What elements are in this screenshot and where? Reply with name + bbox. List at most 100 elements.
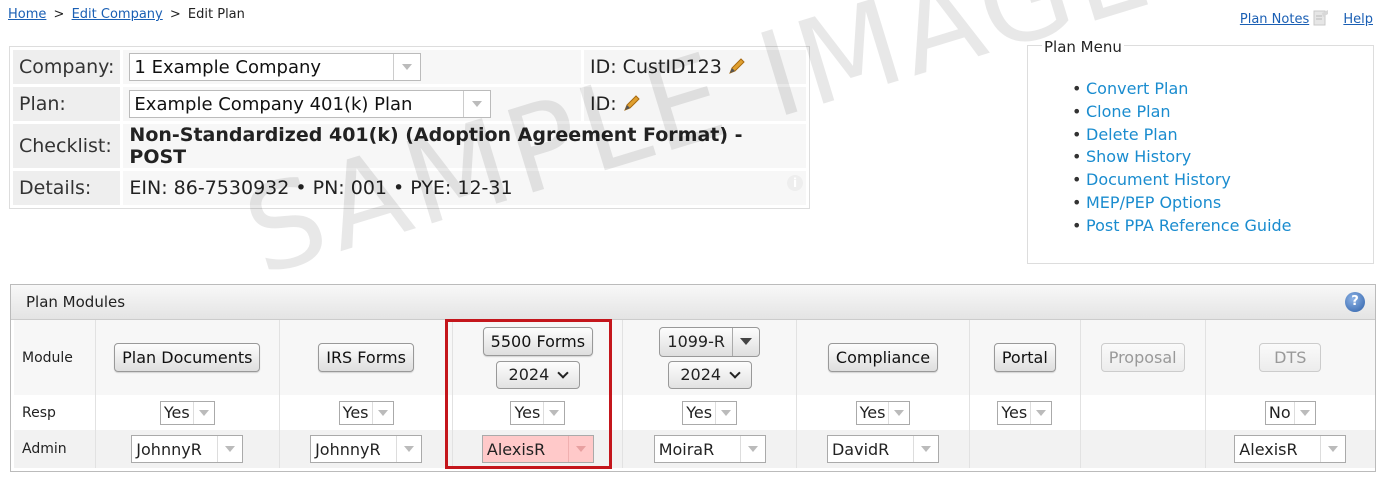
show-history-link[interactable]: Show History xyxy=(1086,147,1191,166)
plan-modules-panel: Plan Modules ? Module Plan Documents IRS… xyxy=(10,284,1376,472)
5500-admin-select[interactable]: AlexisR xyxy=(481,435,594,463)
delete-plan-link[interactable]: Delete Plan xyxy=(1086,125,1178,144)
resp-value: Yes xyxy=(163,403,190,422)
plan-menu: Plan Menu Convert Plan Clone Plan Delete… xyxy=(1027,38,1374,264)
compliance-admin-select[interactable]: DavidR xyxy=(826,435,939,463)
plan-menu-item: Clone Plan xyxy=(1072,102,1292,125)
chevron-down-icon xyxy=(192,401,214,424)
plan-menu-item: Document History xyxy=(1072,170,1292,193)
compliance-resp-select[interactable]: Yes xyxy=(855,400,911,425)
admin-value: AlexisR xyxy=(486,439,546,459)
plan-menu-item: Post PPA Reference Guide xyxy=(1072,216,1292,239)
breadcrumb-edit-company-link[interactable]: Edit Company xyxy=(72,7,163,22)
chevron-down-icon xyxy=(371,401,393,424)
admin-value: MoiraR xyxy=(658,439,715,459)
irs-forms-admin-select[interactable]: JohnnyR xyxy=(310,435,423,463)
5500-year-select[interactable]: 2024 xyxy=(495,360,580,389)
company-id: ID: CustID123 xyxy=(590,56,722,78)
dts-resp-select[interactable]: No xyxy=(1264,400,1316,425)
checklist-value: Non-Standardized 401(k) (Adoption Agreem… xyxy=(123,124,806,168)
admin-value: JohnnyR xyxy=(315,439,381,459)
pencil-icon[interactable] xyxy=(623,94,641,112)
plan-notes-link[interactable]: Plan Notes xyxy=(1240,12,1309,27)
chevron-down-icon xyxy=(217,436,242,462)
chevron-down-icon xyxy=(543,401,564,424)
resp-value: No xyxy=(1268,403,1291,422)
plan-modules-header: Plan Modules ? xyxy=(11,285,1375,320)
breadcrumb-current: Edit Plan xyxy=(187,7,245,22)
chevron-down-icon xyxy=(1030,401,1051,424)
5500-resp-select[interactable]: Yes xyxy=(510,400,566,425)
details-value: EIN: 86-7530932 • PN: 001 • PYE: 12-31 xyxy=(123,171,806,205)
company-label: Company: xyxy=(13,50,121,84)
dropdown-arrow-icon[interactable] xyxy=(732,327,759,356)
chevron-down-icon xyxy=(567,436,593,462)
chevron-down-icon xyxy=(557,366,569,379)
proposal-button: Proposal xyxy=(1100,343,1185,372)
chevron-down-icon xyxy=(888,401,909,424)
row-label-resp: Resp xyxy=(14,395,96,430)
proposal-resp-empty xyxy=(1080,395,1206,430)
chevron-down-icon xyxy=(715,401,736,424)
plan-modules-title: Plan Modules xyxy=(26,293,126,311)
chevron-down-icon xyxy=(1293,401,1315,424)
plan-select-value: Example Company 401(k) Plan xyxy=(134,93,413,115)
plan-documents-resp-select[interactable]: Yes xyxy=(159,400,215,425)
dts-admin-select[interactable]: AlexisR xyxy=(1234,435,1347,463)
chevron-down-icon xyxy=(729,366,741,379)
company-select[interactable]: 1 Example Company xyxy=(129,53,422,81)
1099r-year-select[interactable]: 2024 xyxy=(667,360,752,389)
plan-menu-item: Show History xyxy=(1072,147,1292,170)
plan-label: Plan: xyxy=(13,87,121,121)
top-links: Plan Notes Help xyxy=(1230,9,1373,27)
plan-info-panel: Company: 1 Example Company ID: CustID123… xyxy=(9,46,810,209)
plan-menu-item: MEP/PEP Options xyxy=(1072,193,1292,216)
admin-value: DavidR xyxy=(831,439,890,459)
info-icon[interactable]: i xyxy=(787,175,803,191)
mep-pep-options-link[interactable]: MEP/PEP Options xyxy=(1086,193,1221,212)
plan-documents-admin-select[interactable]: JohnnyR xyxy=(131,435,244,463)
chevron-down-icon xyxy=(393,54,420,80)
portal-button[interactable]: Portal xyxy=(993,343,1056,372)
1099r-split-button[interactable]: 1099-R xyxy=(659,326,760,357)
resp-value: Yes xyxy=(342,403,369,422)
portal-admin-empty xyxy=(969,430,1081,468)
help-link[interactable]: Help xyxy=(1343,12,1373,27)
chevron-down-icon xyxy=(739,436,765,462)
admin-value: JohnnyR xyxy=(136,439,202,459)
resp-value: Yes xyxy=(514,403,541,422)
compliance-button[interactable]: Compliance xyxy=(827,343,939,372)
convert-plan-link[interactable]: Convert Plan xyxy=(1086,79,1188,98)
plan-menu-item: Delete Plan xyxy=(1072,125,1292,148)
row-label-admin: Admin xyxy=(14,430,96,468)
notes-icon[interactable] xyxy=(1313,9,1329,27)
breadcrumb-separator: > xyxy=(53,7,65,22)
breadcrumb-separator: > xyxy=(169,7,181,22)
chevron-down-icon xyxy=(396,436,421,462)
details-label: Details: xyxy=(13,171,121,205)
portal-resp-select[interactable]: Yes xyxy=(997,400,1053,425)
chevron-down-icon xyxy=(912,436,938,462)
irs-forms-resp-select[interactable]: Yes xyxy=(338,400,394,425)
admin-value: AlexisR xyxy=(1239,439,1298,459)
post-ppa-guide-link[interactable]: Post PPA Reference Guide xyxy=(1086,216,1292,235)
1099r-year-value: 2024 xyxy=(680,365,722,384)
irs-forms-button[interactable]: IRS Forms xyxy=(318,343,414,372)
document-history-link[interactable]: Document History xyxy=(1086,170,1231,189)
resp-value: Yes xyxy=(1001,403,1028,422)
5500-forms-button[interactable]: 5500 Forms xyxy=(482,326,594,356)
clone-plan-link[interactable]: Clone Plan xyxy=(1086,102,1171,121)
plan-menu-title: Plan Menu xyxy=(1042,38,1124,56)
1099r-admin-select[interactable]: MoiraR xyxy=(653,435,766,463)
proposal-admin-empty xyxy=(1080,430,1206,468)
plan-select[interactable]: Example Company 401(k) Plan xyxy=(129,90,492,118)
breadcrumb-home-link[interactable]: Home xyxy=(8,7,46,22)
plan-documents-button[interactable]: Plan Documents xyxy=(114,343,261,372)
1099r-resp-select[interactable]: Yes xyxy=(682,400,738,425)
checklist-label: Checklist: xyxy=(13,124,121,168)
resp-value: Yes xyxy=(686,403,713,422)
pencil-icon[interactable] xyxy=(728,57,746,75)
help-icon[interactable]: ? xyxy=(1345,292,1365,312)
plan-menu-item: Convert Plan xyxy=(1072,79,1292,102)
row-label-module: Module xyxy=(14,320,96,395)
